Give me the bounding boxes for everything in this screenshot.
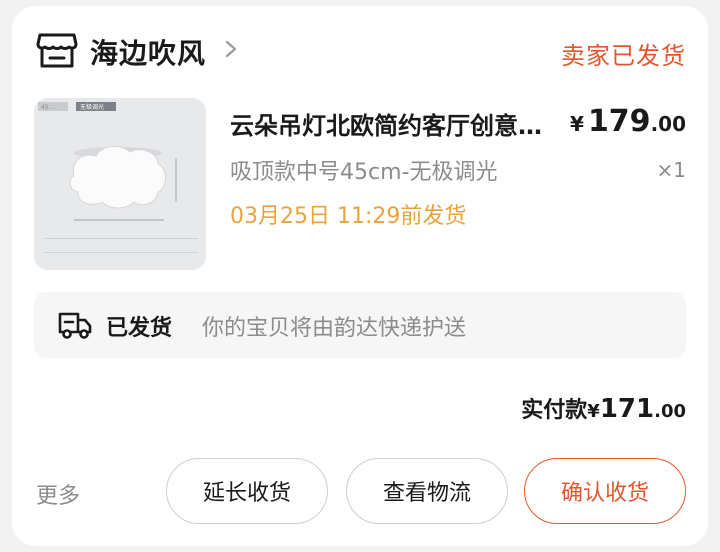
more-button[interactable]: 更多 <box>36 478 80 510</box>
extend-receipt-button[interactable]: 延长收货 <box>166 458 328 524</box>
product-image: 45... 无极调光 <box>34 98 206 270</box>
view-logistics-button[interactable]: 查看物流 <box>346 458 508 524</box>
paid-currency: ¥ <box>587 401 600 422</box>
paid-decimal: .00 <box>654 401 686 422</box>
product-title[interactable]: 云朵吊灯北欧简约客厅创意卧室灯 <box>230 106 560 141</box>
order-status: 卖家已发货 <box>561 42 686 70</box>
paid-integer: 171 <box>599 394 655 424</box>
product-sku: 吸顶款中号45cm-无极调光 <box>230 160 498 185</box>
paid-label: 实付款 <box>521 398 588 423</box>
truck-icon <box>58 312 92 339</box>
price-decimal: .00 <box>650 112 686 136</box>
logistics-detail: 你的宝贝将由韵达快递护送 <box>202 316 467 341</box>
shop-name[interactable]: 海边吹风 <box>90 32 206 72</box>
price-currency: ¥ <box>570 112 584 136</box>
logistics-status: 已发货 <box>106 316 173 341</box>
product-thumbnail[interactable]: 45... 无极调光 <box>34 98 206 270</box>
chevron-right-icon[interactable] <box>224 40 238 58</box>
order-card: 海边吹风 卖家已发货 45... 无极调光 云朵吊灯北欧简约客厅创意卧室灯 ¥1… <box>12 6 708 546</box>
image-tag-dimming: 无极调光 <box>80 103 104 111</box>
store-icon <box>36 33 78 68</box>
price-integer: 179 <box>587 104 651 139</box>
logistics-bar[interactable]: 已发货 你的宝贝将由韵达快递护送 <box>34 292 686 358</box>
product-price: ¥179.00 <box>570 104 686 139</box>
image-tag-size: 45... <box>41 104 54 111</box>
product-quantity: ×1 <box>656 158 686 182</box>
paid-amount: 实付款¥171.00 <box>521 392 686 424</box>
confirm-receipt-button[interactable]: 确认收货 <box>524 458 686 524</box>
ship-deadline: 03月25日 11:29前发货 <box>230 204 467 229</box>
